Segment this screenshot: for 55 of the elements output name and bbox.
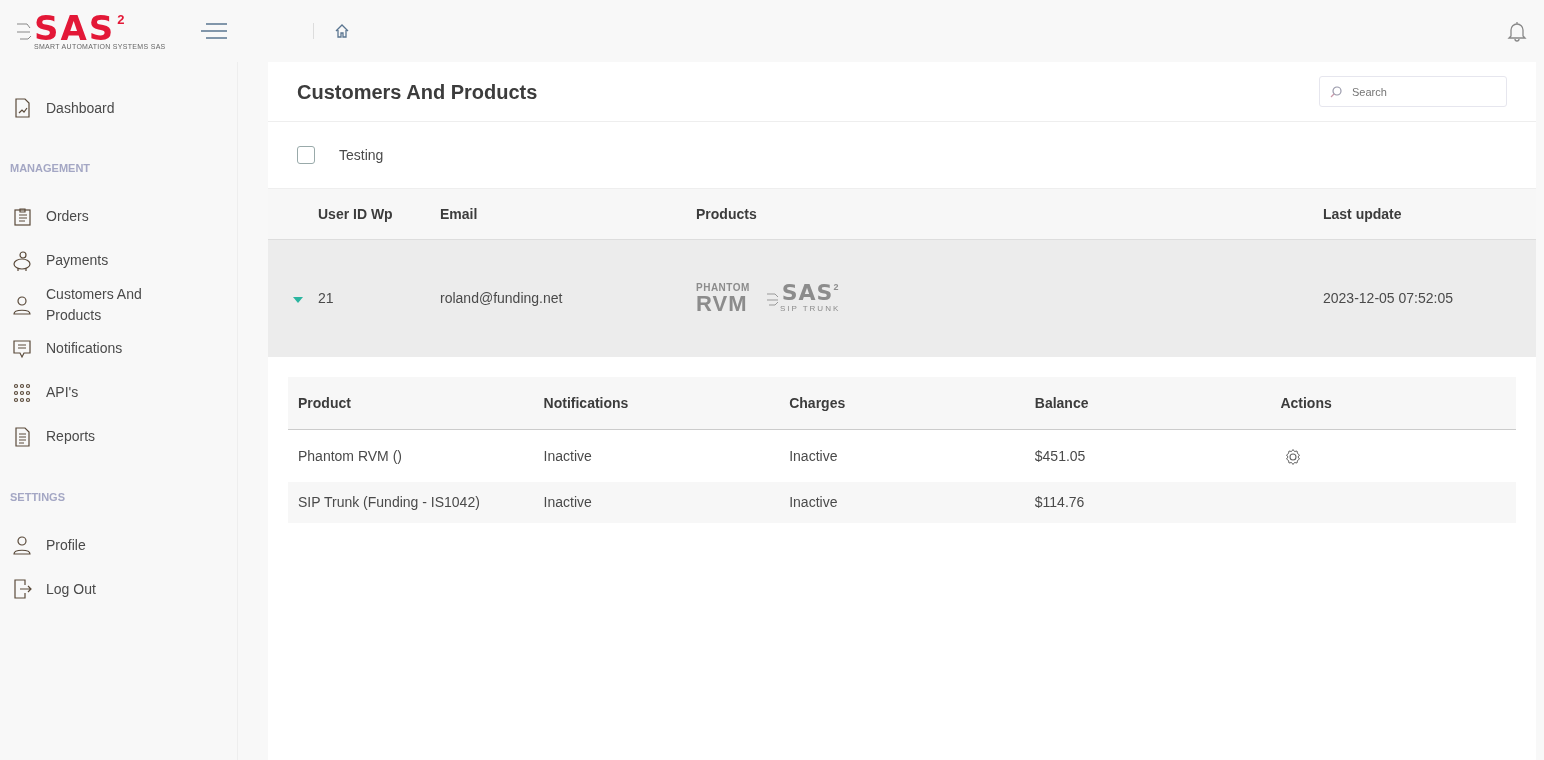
logo-caption: SIP TRUNK [779, 302, 841, 315]
expand-caret-icon[interactable] [293, 297, 303, 303]
column-header: Notifications [542, 393, 630, 413]
table-cell-text: Phantom RVM () [297, 446, 403, 466]
logo-superscript: 2 [833, 282, 839, 292]
table-cell-text: $114.76 [1033, 493, 1086, 512]
document-icon [12, 425, 32, 448]
section-heading: MANAGEMENT [9, 161, 92, 176]
clipboard-list-icon [12, 205, 32, 228]
checkbox[interactable] [297, 146, 315, 164]
logo-superscript: 2 [117, 12, 125, 26]
column-header: User ID Wp [317, 204, 394, 224]
sidebar-item[interactable]: Notifications [0, 326, 237, 371]
page-title: Customers And Products [297, 79, 538, 104]
logout-icon [12, 578, 32, 600]
logo-text: SAS [781, 282, 834, 303]
table-cell-text: roland@funding.net [439, 289, 564, 308]
sidebar-item[interactable]: Orders [0, 194, 237, 239]
user-icon [12, 534, 32, 556]
chat-bubble-icon [12, 337, 32, 360]
home-icon[interactable] [333, 23, 350, 39]
table-cell-text: 21 [317, 289, 335, 308]
table-cell-text: SIP Trunk (Funding - IS1042) [297, 493, 481, 512]
sidebar-item[interactable]: Profile [0, 523, 237, 567]
table-cell-text: Inactive [542, 493, 593, 512]
logo-text: RVM [696, 292, 748, 315]
column-header: Actions [1279, 393, 1333, 413]
checkbox-label: Testing [339, 145, 384, 165]
sidebar-item[interactable]: Log Out [0, 567, 237, 611]
table-cell-text: Inactive [788, 493, 839, 512]
user-icon [12, 293, 32, 316]
table-cell-text: Inactive [788, 446, 839, 466]
column-header: Email [439, 204, 479, 224]
settings-icon[interactable] [1284, 447, 1303, 466]
column-header: Charges [788, 393, 847, 413]
logo-text: PHANTOM [696, 282, 750, 293]
sidebar-item[interactable]: Dashboard [0, 86, 237, 130]
column-header: Product [297, 393, 352, 413]
section-heading: SETTINGS [9, 489, 66, 505]
column-header: Last update [1322, 204, 1403, 224]
logo-text: SAS [34, 12, 116, 43]
search-field[interactable]: Search [1319, 76, 1507, 107]
menu-icon[interactable] [199, 22, 228, 40]
sidebar-item[interactable]: Customers And Products [0, 282, 237, 327]
dot-grid-icon [12, 381, 32, 404]
sidebar-item[interactable]: Payments [0, 238, 237, 283]
table-cell-text: 2023-12-05 07:52:05 [1322, 289, 1454, 308]
table-cell-text: $451.05 [1033, 446, 1087, 466]
sidebar-item[interactable]: API's [0, 370, 237, 415]
sidebar-item[interactable]: Reports [0, 414, 237, 459]
column-header: Balance [1033, 393, 1090, 413]
column-header: Products [695, 204, 758, 224]
chart-document-icon [12, 97, 32, 119]
bell-icon[interactable] [1507, 20, 1527, 42]
table-cell-text: Inactive [542, 446, 593, 466]
